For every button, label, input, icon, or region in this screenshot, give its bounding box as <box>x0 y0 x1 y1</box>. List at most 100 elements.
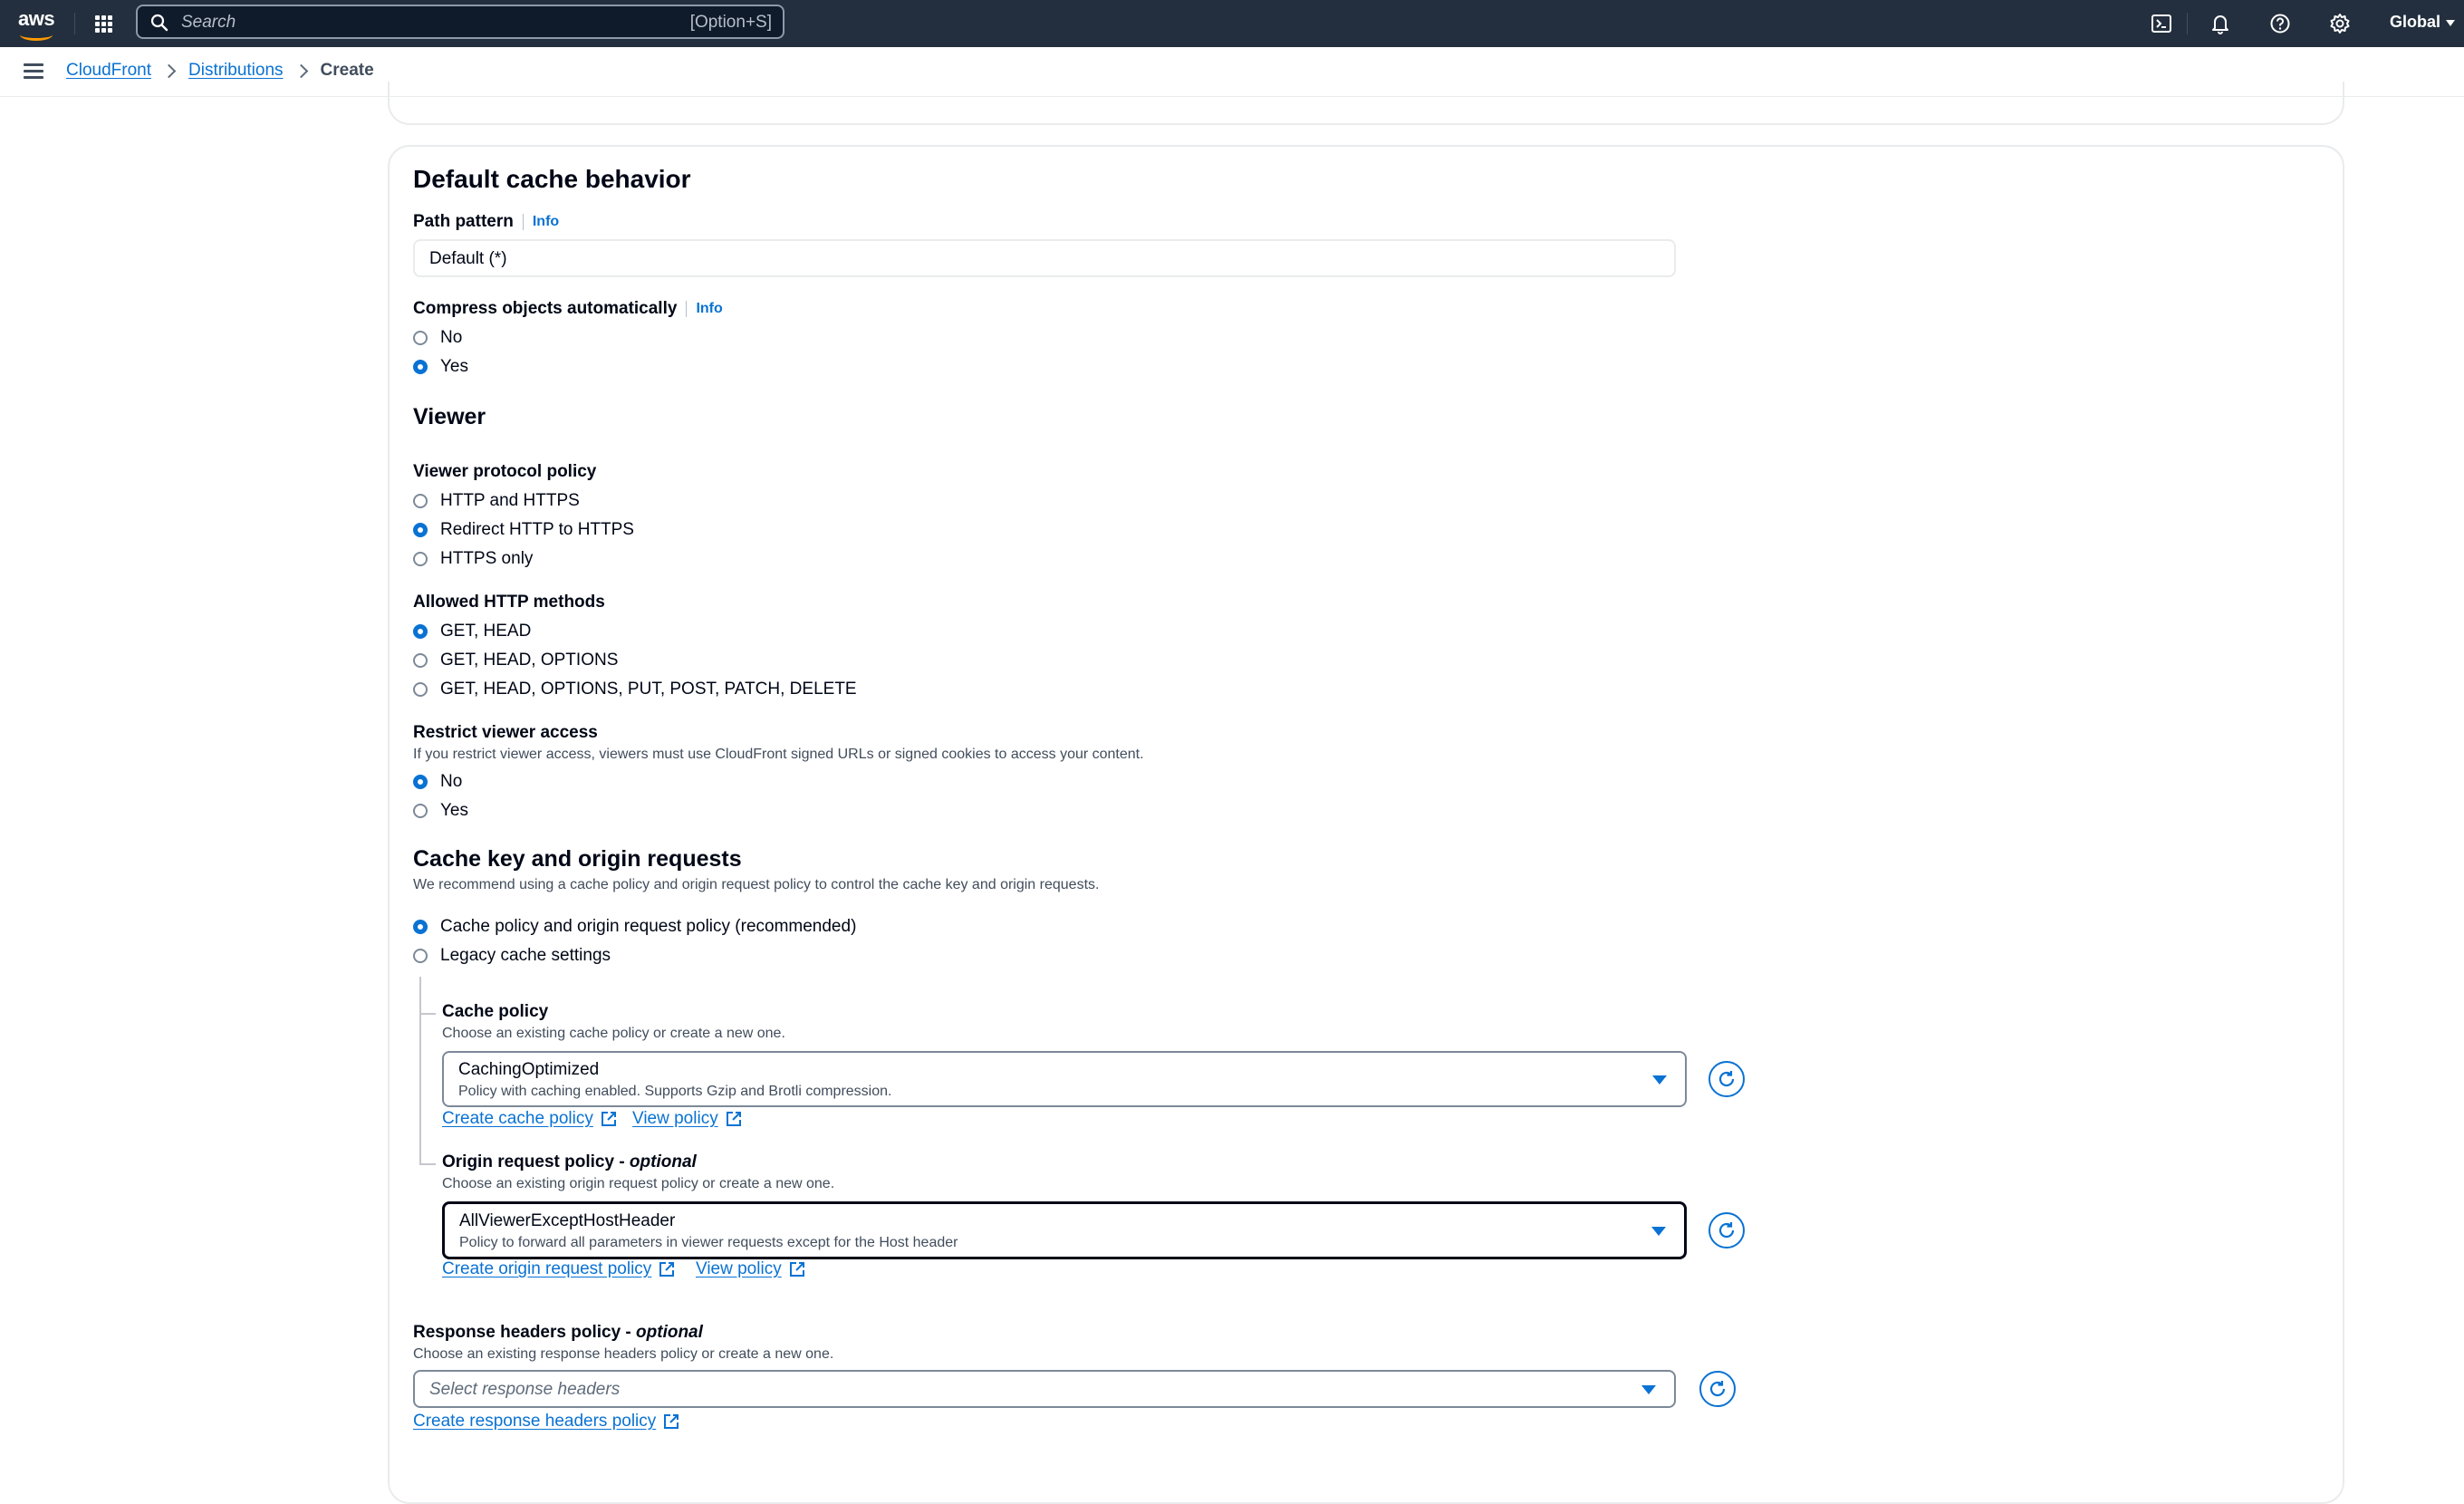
compress-label-row: Compress objects automatically Info <box>413 299 723 319</box>
methods-radio-get-head[interactable]: GET, HEAD <box>413 622 531 641</box>
gear-icon[interactable] <box>2326 10 2353 37</box>
chevron-right-icon <box>161 63 177 78</box>
path-pattern-info-link[interactable]: Info <box>522 214 559 230</box>
restrict-viewer-label: Restrict viewer access <box>413 723 598 742</box>
tree-connector <box>419 1013 436 1015</box>
allowed-methods-label: Allowed HTTP methods <box>413 593 605 612</box>
protocol-radio-redirect[interactable]: Redirect HTTP to HTTPS <box>413 520 634 540</box>
radio-label: HTTPS only <box>440 549 534 568</box>
caret-down-icon <box>1641 1385 1656 1394</box>
aws-logo-text: aws <box>18 7 55 30</box>
radio-icon <box>413 653 428 668</box>
cache-policy-value: CachingOptimized <box>458 1060 600 1079</box>
compress-radio-yes[interactable]: Yes <box>413 357 468 377</box>
view-origin-request-policy-link[interactable]: View policy <box>696 1259 805 1279</box>
radio-label: GET, HEAD, OPTIONS <box>440 651 619 670</box>
caret-down-icon <box>2446 19 2456 26</box>
restrict-radio-no[interactable]: No <box>413 772 462 792</box>
refresh-cache-policy-button[interactable] <box>1708 1061 1745 1097</box>
path-pattern-label: Path pattern <box>413 212 514 231</box>
link-label: View policy <box>632 1109 718 1128</box>
external-link-icon <box>789 1262 804 1277</box>
cache-key-radio-recommended[interactable]: Cache policy and origin request policy (… <box>413 917 856 937</box>
aws-logo[interactable]: aws <box>18 7 55 41</box>
view-cache-policy-link[interactable]: View policy <box>632 1109 742 1129</box>
chevron-right-icon <box>294 63 308 78</box>
tree-connector <box>419 977 421 1094</box>
breadcrumb-distributions[interactable]: Distributions <box>188 61 284 81</box>
restrict-radio-yes[interactable]: Yes <box>413 801 468 821</box>
refresh-origin-request-policy-button[interactable] <box>1708 1212 1745 1249</box>
breadcrumb-cloudfront[interactable]: CloudFront <box>66 61 151 81</box>
refresh-icon <box>1718 1222 1735 1239</box>
cache-key-heading: Cache key and origin requests <box>413 846 742 872</box>
cache-policy-select[interactable]: CachingOptimized Policy with caching ena… <box>442 1051 1687 1107</box>
methods-radio-all[interactable]: GET, HEAD, OPTIONS, PUT, POST, PATCH, DE… <box>413 680 857 699</box>
radio-label: Legacy cache settings <box>440 946 611 965</box>
aws-smile-icon <box>20 29 53 41</box>
create-response-headers-policy-link[interactable]: Create response headers policy <box>413 1412 679 1432</box>
help-icon[interactable] <box>2267 10 2294 37</box>
origin-request-policy-value-description: Policy to forward all parameters in view… <box>459 1235 958 1250</box>
link-label: Create origin request policy <box>442 1259 652 1278</box>
origin-request-policy-select[interactable]: AllViewerExceptHostHeader Policy to forw… <box>442 1201 1687 1259</box>
tree-connector <box>419 1094 421 1165</box>
previous-section-container <box>388 82 2344 125</box>
response-headers-placeholder: Select response headers <box>429 1380 621 1399</box>
viewer-protocol-label: Viewer protocol policy <box>413 462 597 481</box>
radio-checked-icon <box>413 624 428 639</box>
refresh-response-headers-button[interactable] <box>1699 1371 1736 1407</box>
cache-key-description: We recommend using a cache policy and or… <box>413 877 1100 892</box>
link-label: View policy <box>696 1259 782 1278</box>
create-origin-request-policy-link[interactable]: Create origin request policy <box>442 1259 675 1279</box>
external-link-icon <box>601 1112 616 1126</box>
radio-label: GET, HEAD <box>440 622 532 641</box>
search-bar[interactable]: [Option+S] <box>136 5 784 39</box>
cache-key-radio-legacy[interactable]: Legacy cache settings <box>413 946 611 966</box>
radio-label: Yes <box>440 357 468 376</box>
optional-tag: optional <box>629 1152 697 1171</box>
compress-label: Compress objects automatically <box>413 299 678 318</box>
refresh-icon <box>1718 1071 1735 1087</box>
protocol-radio-http-https[interactable]: HTTP and HTTPS <box>413 491 580 511</box>
protocol-radio-https-only[interactable]: HTTPS only <box>413 549 533 569</box>
label-text: Origin request policy - <box>442 1152 630 1171</box>
tree-connector <box>419 1163 436 1165</box>
nav-divider <box>2187 13 2188 34</box>
response-headers-description: Choose an existing response headers poli… <box>413 1346 834 1362</box>
optional-tag: optional <box>636 1323 703 1342</box>
origin-request-policy-description: Choose an existing origin request policy… <box>442 1176 835 1191</box>
response-headers-label-visible: Response headers policy - optional <box>413 1323 703 1343</box>
cloudshell-icon[interactable] <box>2148 10 2175 37</box>
default-cache-behavior-container: Default cache behavior Path pattern Info… <box>388 145 2344 1504</box>
radio-label: GET, HEAD, OPTIONS, PUT, POST, PATCH, DE… <box>440 680 857 699</box>
external-link-icon <box>726 1112 741 1126</box>
nav-divider <box>74 13 75 34</box>
radio-checked-icon <box>413 523 428 537</box>
search-shortcut: [Option+S] <box>689 13 772 32</box>
path-pattern-label-row: Path pattern Info <box>413 212 559 232</box>
cache-policy-description: Choose an existing cache policy or creat… <box>442 1026 785 1041</box>
region-selector[interactable]: Global <box>2390 13 2456 32</box>
link-label: Create response headers policy <box>413 1412 657 1431</box>
radio-icon <box>413 804 428 818</box>
radio-icon <box>413 331 428 345</box>
compress-info-link[interactable]: Info <box>686 301 723 317</box>
radio-label: HTTP and HTTPS <box>440 491 580 510</box>
region-label: Global <box>2390 13 2441 31</box>
bell-icon[interactable] <box>2207 10 2234 37</box>
response-headers-select[interactable]: Select response headers <box>413 1370 1676 1408</box>
radio-checked-icon <box>413 920 428 934</box>
compress-radio-no[interactable]: No <box>413 328 462 348</box>
path-pattern-field: Default (*) <box>413 239 1676 277</box>
search-input[interactable] <box>179 10 654 35</box>
cache-policy-label: Cache policy <box>442 1002 549 1021</box>
services-menu-icon[interactable] <box>91 11 118 36</box>
external-link-icon <box>659 1262 675 1277</box>
menu-icon[interactable] <box>24 63 43 80</box>
external-link-icon <box>664 1414 679 1429</box>
create-cache-policy-link[interactable]: Create cache policy <box>442 1109 617 1129</box>
radio-icon <box>413 682 428 697</box>
radio-label: No <box>440 328 463 347</box>
methods-radio-get-head-options[interactable]: GET, HEAD, OPTIONS <box>413 651 618 670</box>
